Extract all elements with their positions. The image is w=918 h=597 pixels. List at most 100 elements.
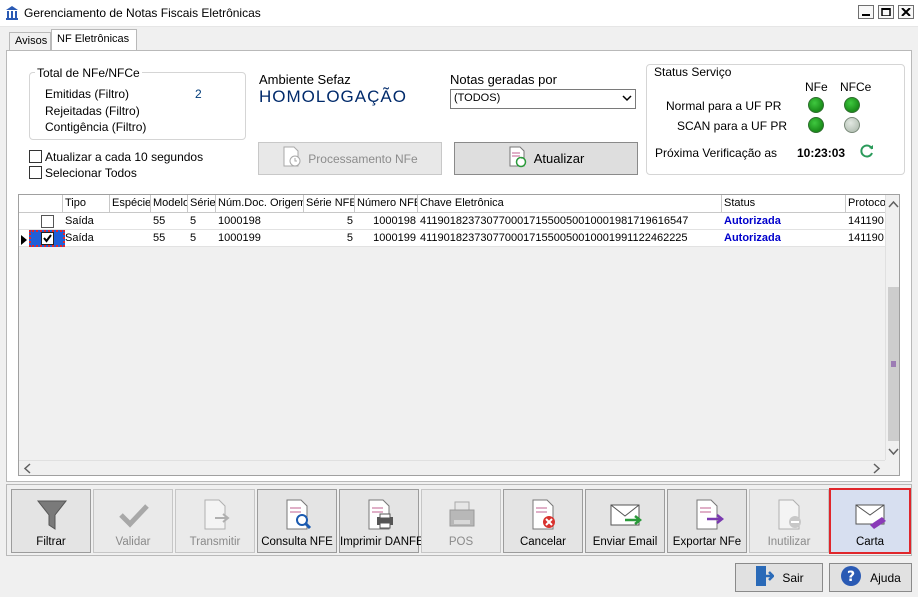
cell-serie-nfe: 5: [346, 232, 353, 244]
auto-refresh-label: Atualizar a cada 10 segundos: [45, 150, 204, 164]
status-col-nfce: NFCe: [840, 80, 872, 94]
consulta-nfe-button[interactable]: Consulta NFE: [257, 489, 337, 553]
enviar-email-button[interactable]: Enviar Email: [585, 489, 665, 553]
cancelar-label: Cancelar: [519, 536, 567, 548]
exportar-nfe-label: Exportar NFe: [672, 536, 742, 548]
tab-nf-eletronicas[interactable]: NF Eletrônicas: [51, 29, 137, 51]
grid-col-numero-nfe[interactable]: Número NFE: [355, 195, 418, 213]
carta-label: Carta: [855, 536, 885, 548]
grid-col-tipo[interactable]: Tipo: [63, 195, 110, 213]
filtrar-label: Filtrar: [36, 536, 66, 548]
grid-col-modelo[interactable]: Modelo: [151, 195, 188, 213]
maximize-button[interactable]: [878, 5, 894, 19]
notas-geradas-select[interactable]: (TODOS): [450, 89, 636, 109]
grid-col-serie[interactable]: Série: [188, 195, 216, 213]
exit-door-icon: [754, 565, 776, 590]
filter-icon: [35, 498, 69, 532]
grid-col-num-doc[interactable]: Núm.Doc. Origem: [216, 195, 304, 213]
proxima-verificacao-time: 10:23:03: [797, 146, 846, 160]
imprimir-danfe-label: Imprimir DANFE: [340, 536, 424, 548]
cancelar-button[interactable]: Cancelar: [503, 489, 583, 553]
chevron-down-icon: [622, 93, 632, 106]
status-scan-nfce-indicator: [844, 117, 860, 133]
grid-col-especie[interactable]: Espécie: [110, 195, 151, 213]
action-toolbar: Filtrar Validar Transmitir Consulta NFE …: [6, 484, 912, 556]
cell-protocolo: 141190: [848, 215, 884, 227]
vertical-scrollbar[interactable]: [885, 195, 899, 460]
nfe-grid: Tipo Espécie Modelo Série Núm.Doc. Orige…: [18, 194, 900, 476]
imprimir-danfe-button[interactable]: Imprimir DANFE: [339, 489, 424, 553]
ambiente-label: Ambiente Sefaz: [259, 72, 351, 87]
emitidas-value: 2: [195, 87, 202, 101]
cell-serie: 5: [190, 232, 197, 244]
cell-especie: [110, 230, 151, 247]
sair-button[interactable]: Sair: [735, 563, 823, 592]
exportar-nfe-button[interactable]: Exportar NFe: [667, 489, 747, 553]
horizontal-scrollbar[interactable]: [19, 460, 885, 475]
inutilizar-label: Inutilizar: [767, 536, 811, 548]
proxima-verificacao-label: Próxima Verificação as: [655, 146, 778, 160]
scrollbar-thumb[interactable]: [888, 287, 899, 441]
grid-header-indicator: [19, 195, 63, 213]
cell-numero-nfe: 1000198: [373, 215, 416, 227]
validar-label: Validar: [115, 536, 151, 548]
grid-col-serie-nfe[interactable]: Série NFE: [304, 195, 355, 213]
grid-col-protocolo[interactable]: Protoco: [846, 195, 885, 213]
export-document-icon: [691, 498, 725, 532]
select-all-checkbox[interactable]: [29, 166, 42, 179]
grid-header: Tipo Espécie Modelo Série Núm.Doc. Orige…: [19, 195, 885, 213]
filtrar-button[interactable]: Filtrar: [11, 489, 91, 553]
validar-button[interactable]: Validar: [93, 489, 173, 553]
atualizar-button[interactable]: Atualizar: [454, 142, 638, 175]
processing-document-icon: [282, 146, 302, 171]
cancel-document-icon: [527, 498, 561, 532]
cell-status: Autorizada: [724, 215, 781, 227]
cell-serie-nfe: 5: [346, 215, 353, 227]
cell-status: Autorizada: [724, 232, 781, 244]
help-icon: ?: [840, 565, 862, 590]
consulta-nfe-label: Consulta NFE: [261, 536, 333, 548]
row-select-checkbox[interactable]: [41, 215, 54, 228]
status-scan-label: SCAN para a UF PR: [677, 119, 788, 133]
print-document-icon: [363, 498, 397, 532]
sair-label: Sair: [782, 570, 804, 585]
inutilizar-button[interactable]: Inutilizar: [749, 489, 829, 553]
status-servico-title: Status Serviço: [652, 65, 734, 79]
cell-modelo: 55: [153, 215, 166, 227]
row-select-checkbox[interactable]: [41, 232, 54, 245]
pos-printer-icon: [445, 498, 479, 532]
app-icon: [5, 5, 19, 21]
current-row-arrow-icon: [21, 234, 27, 248]
select-all-label: Selecionar Todos: [45, 166, 137, 180]
grid-col-status[interactable]: Status: [722, 195, 846, 213]
scroll-down-icon: [888, 448, 899, 456]
contingencia-label: Contigência (Filtro): [45, 120, 147, 134]
table-row[interactable]: Saída 55 5 1000198 5 1000198 41190182373…: [19, 213, 885, 230]
cell-protocolo: 141190: [848, 232, 884, 244]
status-normal-nfe-indicator: [808, 97, 824, 113]
check-icon: [117, 498, 151, 532]
transmitir-button[interactable]: Transmitir: [175, 489, 255, 553]
minimize-button[interactable]: [858, 5, 874, 19]
enviar-email-label: Enviar Email: [592, 536, 658, 548]
window-title: Gerenciamento de Notas Fiscais Eletrônic…: [24, 6, 261, 20]
grid-col-chave[interactable]: Chave Eletrônica: [418, 195, 722, 213]
ajuda-button[interactable]: ? Ajuda: [829, 563, 912, 592]
close-button[interactable]: [898, 5, 914, 19]
search-document-icon: [281, 498, 315, 532]
cell-num-doc: 1000198: [218, 215, 261, 227]
ambiente-value: HOMOLOGAÇÃO: [259, 87, 407, 106]
refresh-icon[interactable]: [859, 143, 875, 162]
status-normal-label: Normal para a UF PR: [666, 99, 782, 113]
notas-geradas-value: (TODOS): [454, 92, 501, 104]
tab-avisos[interactable]: Avisos: [9, 32, 51, 50]
auto-refresh-checkbox[interactable]: [29, 150, 42, 163]
pos-button[interactable]: POS: [421, 489, 501, 553]
cell-tipo: Saída: [65, 215, 94, 227]
carta-button[interactable]: Carta: [829, 488, 911, 554]
scroll-right-icon: [873, 463, 881, 474]
status-normal-nfce-indicator: [844, 97, 860, 113]
processamento-nfe-button[interactable]: Processamento NFe: [258, 142, 442, 175]
table-row[interactable]: Saída 55 5 1000199 5 1000199 41190182373…: [19, 230, 885, 247]
cell-tipo: Saída: [65, 232, 94, 244]
